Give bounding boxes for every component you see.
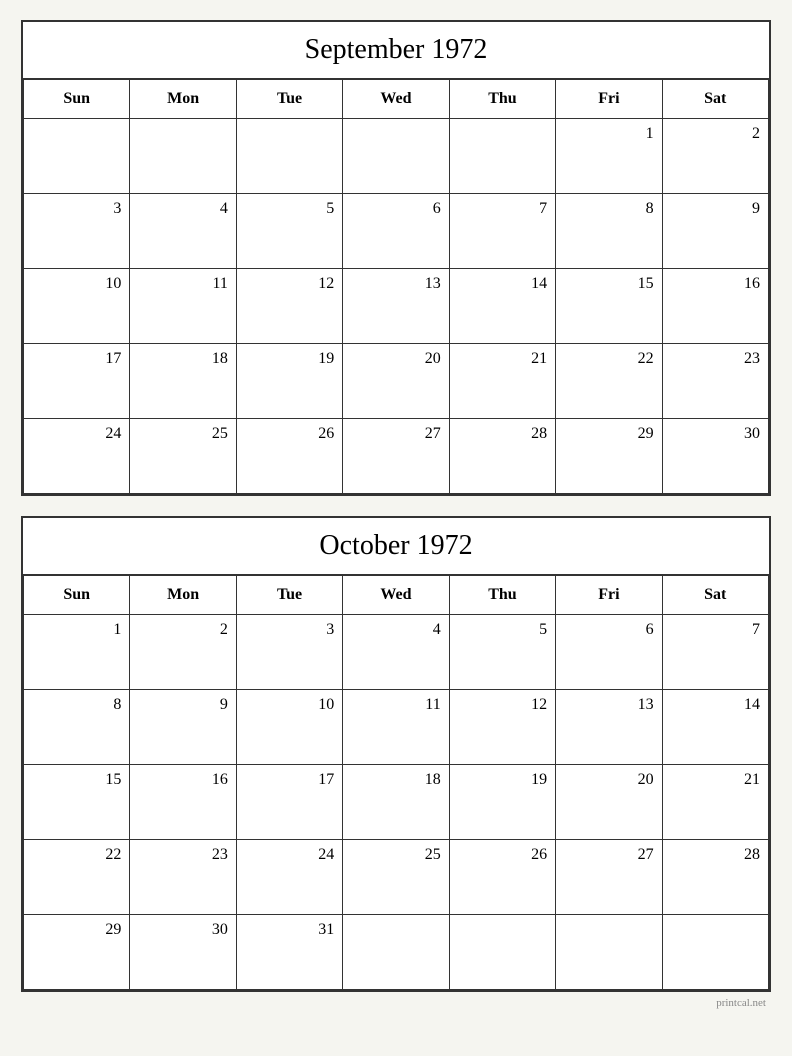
- header-tue-oct: Tue: [237, 576, 343, 615]
- table-row: 16: [130, 765, 236, 840]
- table-row: 6: [556, 615, 662, 690]
- table-row: 13: [343, 269, 449, 344]
- table-row: 10: [24, 269, 130, 344]
- table-row: 30: [130, 915, 236, 990]
- table-row: [24, 119, 130, 194]
- september-title: September 1972: [23, 22, 769, 80]
- table-row: 19: [237, 344, 343, 419]
- table-row: 7: [663, 615, 769, 690]
- table-row: 25: [343, 840, 449, 915]
- header-sun-sep: Sun: [24, 80, 130, 119]
- table-row: 14: [663, 690, 769, 765]
- table-row: 10: [237, 690, 343, 765]
- table-row: 11: [343, 690, 449, 765]
- table-row: 18: [343, 765, 449, 840]
- header-mon-oct: Mon: [130, 576, 236, 615]
- header-fri-sep: Fri: [556, 80, 662, 119]
- table-row: [450, 915, 556, 990]
- table-row: 8: [556, 194, 662, 269]
- table-row: 4: [343, 615, 449, 690]
- header-wed-oct: Wed: [343, 576, 449, 615]
- table-row: 2: [130, 615, 236, 690]
- table-row: 17: [237, 765, 343, 840]
- table-row: 1: [556, 119, 662, 194]
- table-row: 22: [24, 840, 130, 915]
- table-row: 4: [130, 194, 236, 269]
- header-thu-oct: Thu: [450, 576, 556, 615]
- table-row: 22: [556, 344, 662, 419]
- table-row: [237, 119, 343, 194]
- table-row: 30: [663, 419, 769, 494]
- header-sun-oct: Sun: [24, 576, 130, 615]
- table-row: 31: [237, 915, 343, 990]
- table-row: 13: [556, 690, 662, 765]
- table-row: 16: [663, 269, 769, 344]
- table-row: 19: [450, 765, 556, 840]
- header-thu-sep: Thu: [450, 80, 556, 119]
- table-row: 12: [450, 690, 556, 765]
- september-grid: Sun Mon Tue Wed Thu Fri Sat 1 2 3 4 5 6 …: [23, 80, 769, 494]
- table-row: 23: [130, 840, 236, 915]
- table-row: 21: [663, 765, 769, 840]
- table-row: 23: [663, 344, 769, 419]
- table-row: 5: [450, 615, 556, 690]
- header-tue-sep: Tue: [237, 80, 343, 119]
- table-row: 21: [450, 344, 556, 419]
- table-row: [556, 915, 662, 990]
- header-wed-sep: Wed: [343, 80, 449, 119]
- table-row: 27: [343, 419, 449, 494]
- table-row: 27: [556, 840, 662, 915]
- table-row: 9: [130, 690, 236, 765]
- table-row: 3: [24, 194, 130, 269]
- table-row: 17: [24, 344, 130, 419]
- table-row: 15: [24, 765, 130, 840]
- october-grid: Sun Mon Tue Wed Thu Fri Sat 1 2 3 4 5 6 …: [23, 576, 769, 990]
- header-sat-sep: Sat: [663, 80, 769, 119]
- watermark: printcal.net: [21, 997, 771, 1009]
- table-row: 12: [237, 269, 343, 344]
- table-row: 26: [450, 840, 556, 915]
- table-row: [450, 119, 556, 194]
- table-row: 14: [450, 269, 556, 344]
- table-row: 6: [343, 194, 449, 269]
- table-row: 25: [130, 419, 236, 494]
- table-row: 9: [663, 194, 769, 269]
- table-row: 24: [24, 419, 130, 494]
- table-row: 20: [343, 344, 449, 419]
- table-row: 18: [130, 344, 236, 419]
- table-row: 1: [24, 615, 130, 690]
- table-row: 7: [450, 194, 556, 269]
- table-row: 28: [450, 419, 556, 494]
- table-row: 8: [24, 690, 130, 765]
- table-row: 26: [237, 419, 343, 494]
- table-row: 28: [663, 840, 769, 915]
- table-row: 2: [663, 119, 769, 194]
- table-row: 3: [237, 615, 343, 690]
- header-fri-oct: Fri: [556, 576, 662, 615]
- table-row: 29: [556, 419, 662, 494]
- table-row: 20: [556, 765, 662, 840]
- table-row: 5: [237, 194, 343, 269]
- table-row: 29: [24, 915, 130, 990]
- table-row: 15: [556, 269, 662, 344]
- header-sat-oct: Sat: [663, 576, 769, 615]
- table-row: 24: [237, 840, 343, 915]
- table-row: 11: [130, 269, 236, 344]
- table-row: [343, 915, 449, 990]
- header-mon-sep: Mon: [130, 80, 236, 119]
- october-title: October 1972: [23, 518, 769, 576]
- table-row: [130, 119, 236, 194]
- table-row: [343, 119, 449, 194]
- september-calendar: September 1972 Sun Mon Tue Wed Thu Fri S…: [21, 20, 771, 496]
- october-calendar: October 1972 Sun Mon Tue Wed Thu Fri Sat…: [21, 516, 771, 992]
- table-row: [663, 915, 769, 990]
